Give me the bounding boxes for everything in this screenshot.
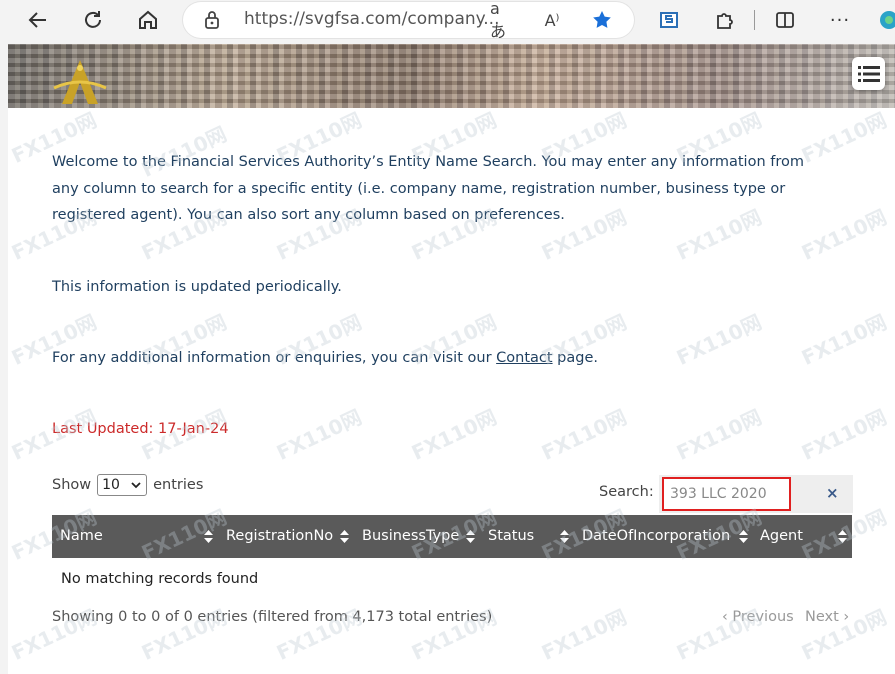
- more-icon[interactable]: ···: [824, 4, 856, 36]
- watermark: FX110网: [672, 404, 766, 465]
- contact-link[interactable]: Contact: [496, 350, 552, 366]
- col-agent[interactable]: Agent: [760, 515, 803, 558]
- watermark: FX110网: [797, 309, 891, 370]
- entries-length: Show 10 entries: [52, 474, 203, 496]
- watermark: FX110网: [797, 404, 891, 465]
- read-aloud-icon[interactable]: aあ: [490, 0, 514, 41]
- sort-icon[interactable]: [739, 530, 748, 543]
- chevron-down-icon: [130, 478, 142, 496]
- split-screen-icon[interactable]: [769, 4, 801, 36]
- entries-select[interactable]: 10: [97, 474, 148, 496]
- show-label: Show: [52, 477, 92, 493]
- col-date-of-incorporation[interactable]: DateOfIncorporation: [582, 515, 730, 558]
- sort-icon[interactable]: [340, 530, 349, 543]
- sort-icon[interactable]: [838, 530, 847, 543]
- next-button[interactable]: Next ›: [805, 609, 849, 625]
- address-bar[interactable]: https://svgfsa.com/company... aあ A⁾: [183, 0, 634, 41]
- page-content: Welcome to the Financial Services Author…: [8, 44, 895, 674]
- previous-button[interactable]: ‹ Previous: [722, 609, 794, 625]
- col-name[interactable]: Name: [60, 515, 103, 558]
- last-updated: Last Updated: 17-Jan-24: [52, 421, 229, 437]
- col-registration-no[interactable]: RegistrationNo: [226, 515, 333, 558]
- watermark: FX110网: [537, 604, 631, 665]
- hamburger-menu-icon[interactable]: [852, 57, 885, 90]
- entries-label: entries: [153, 477, 204, 493]
- table-header: Name RegistrationNo BusinessType Status …: [52, 515, 852, 558]
- search-input[interactable]: 393 LLC 2020: [662, 477, 791, 511]
- browser-toolbar: https://svgfsa.com/company... aあ A⁾ ···: [0, 0, 895, 41]
- enquiries-text: For any additional information or enquir…: [52, 345, 598, 372]
- previous-label: Previous: [732, 609, 794, 625]
- table-info: Showing 0 to 0 of 0 entries (filtered fr…: [52, 609, 493, 625]
- search-label: Search:: [599, 484, 654, 500]
- col-business-type[interactable]: BusinessType: [362, 515, 459, 558]
- search-box: 393 LLC 2020 ×: [659, 475, 853, 513]
- sort-icon[interactable]: [466, 530, 475, 543]
- next-label: Next: [805, 609, 839, 625]
- entries-value: 10: [102, 477, 120, 493]
- clear-search-icon[interactable]: ×: [826, 484, 839, 502]
- home-icon[interactable]: [132, 4, 164, 36]
- enquiries-prefix: For any additional information or enquir…: [52, 350, 497, 366]
- col-status[interactable]: Status: [488, 515, 534, 558]
- banner-photo: [8, 44, 895, 108]
- fsa-logo[interactable]: [50, 58, 110, 108]
- lock-icon[interactable]: [203, 10, 221, 34]
- enquiries-suffix: page.: [552, 350, 598, 366]
- watermark: FX110网: [672, 309, 766, 370]
- favorite-star-icon[interactable]: [590, 8, 614, 32]
- intro-text: Welcome to the Financial Services Author…: [52, 154, 805, 223]
- text-size-icon[interactable]: A⁾: [540, 8, 564, 32]
- puzzle-icon[interactable]: [709, 4, 741, 36]
- extension-icon[interactable]: [653, 4, 685, 36]
- refresh-icon[interactable]: [77, 4, 109, 36]
- header-banner: [8, 44, 895, 108]
- sort-icon[interactable]: [560, 530, 569, 543]
- watermark: FX110网: [272, 404, 366, 465]
- watermark: FX110网: [407, 404, 501, 465]
- back-icon[interactable]: [22, 4, 54, 36]
- url-text[interactable]: https://svgfsa.com/company...: [244, 9, 499, 29]
- periodic-text: This information is updated periodically…: [52, 279, 342, 295]
- copilot-icon[interactable]: [873, 4, 895, 36]
- sort-icon[interactable]: [204, 530, 213, 543]
- watermark: FX110网: [537, 404, 631, 465]
- toolbar-separator: [754, 10, 755, 30]
- empty-table-message: No matching records found: [61, 571, 259, 587]
